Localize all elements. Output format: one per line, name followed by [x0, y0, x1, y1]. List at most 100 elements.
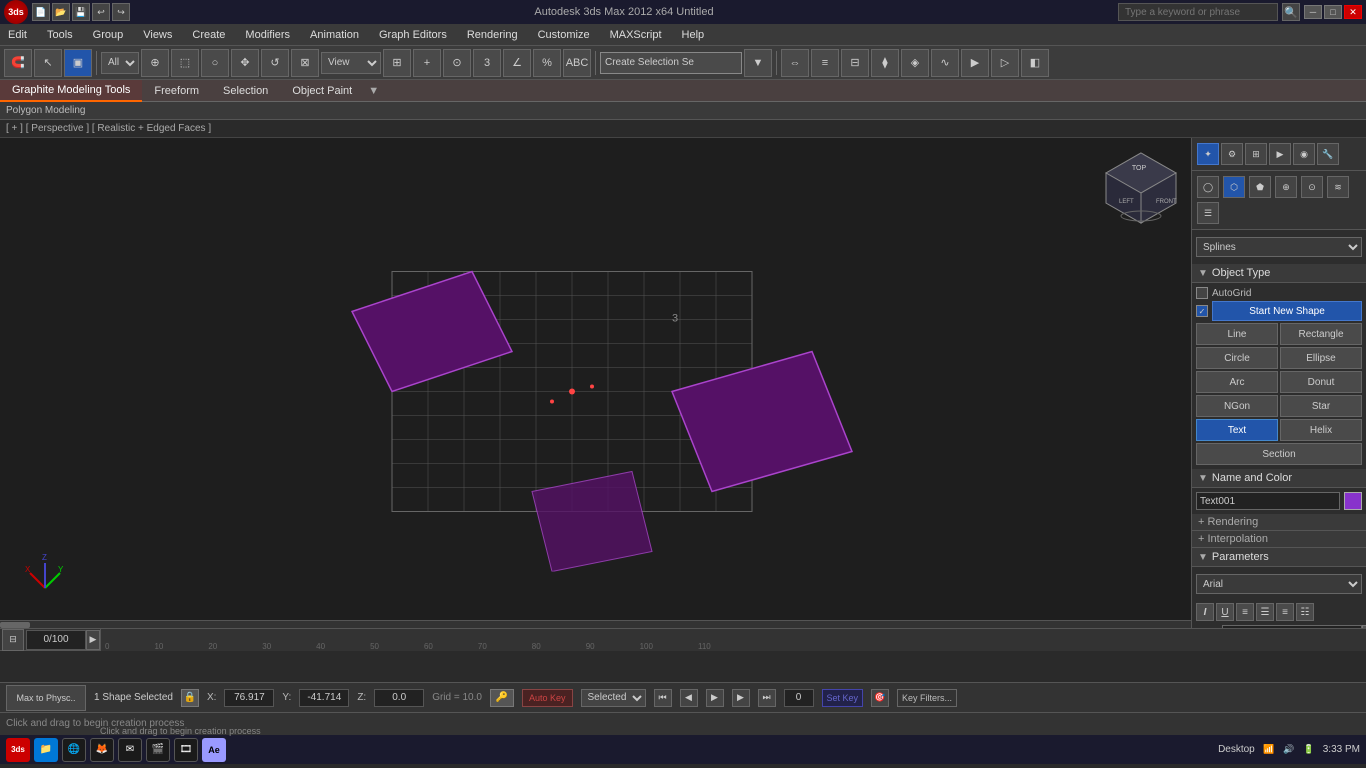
tb-layer[interactable]: ⊟ [841, 49, 869, 77]
object-type-collapse[interactable]: ▼ [1198, 268, 1208, 279]
create-selection-input[interactable] [600, 52, 742, 74]
btn-section[interactable]: Section [1196, 443, 1362, 465]
tb-active-shade[interactable]: ◧ [1021, 49, 1049, 77]
z-coord[interactable] [374, 689, 424, 707]
filter-dropdown[interactable]: All [101, 52, 139, 74]
sub-icon-6[interactable]: ≋ [1327, 176, 1349, 198]
menu-customize[interactable]: Customize [534, 27, 594, 43]
tb-snap2[interactable]: ⊙ [443, 49, 471, 77]
interpolation-header[interactable]: + Interpolation [1192, 531, 1366, 548]
btn-donut[interactable]: Donut [1280, 371, 1362, 393]
taskbar-app-explorer[interactable]: 📁 [34, 738, 58, 762]
desktop-label[interactable]: Desktop [1218, 744, 1255, 755]
panel-icon-utilities[interactable]: 🔧 [1317, 143, 1339, 165]
panel-icon-create[interactable]: ✦ [1197, 143, 1219, 165]
justify[interactable]: ☷ [1296, 603, 1314, 621]
tab-freeform[interactable]: Freeform [142, 80, 211, 102]
menu-views[interactable]: Views [139, 27, 176, 43]
menu-modifiers[interactable]: Modifiers [241, 27, 294, 43]
close-button[interactable]: ✕ [1344, 5, 1362, 19]
taskbar-app-premiere[interactable]: 🎞 [174, 738, 198, 762]
y-coord[interactable] [299, 689, 349, 707]
btn-ellipse[interactable]: Ellipse [1280, 347, 1362, 369]
sub-icon-3[interactable]: ⬟ [1249, 176, 1271, 198]
tb-scale[interactable]: ⊠ [291, 49, 319, 77]
search-icon[interactable]: 🔍 [1282, 3, 1300, 21]
object-name-input[interactable] [1196, 492, 1340, 510]
tb-angle[interactable]: ∠ [503, 49, 531, 77]
play-button[interactable]: ▶ [706, 689, 724, 707]
taskbar-app-firefox[interactable]: 🦊 [90, 738, 114, 762]
btn-circle[interactable]: Circle [1196, 347, 1278, 369]
next-key[interactable]: ▶ [732, 689, 750, 707]
panel-icon-hierarchy[interactable]: ⊞ [1245, 143, 1267, 165]
menu-group[interactable]: Group [89, 27, 128, 43]
minimize-button[interactable]: ─ [1304, 5, 1322, 19]
tb-select-object[interactable]: ⊕ [141, 49, 169, 77]
rendering-header[interactable]: + Rendering [1192, 514, 1366, 531]
tb-abc[interactable]: ABC [563, 49, 591, 77]
menu-graph-editors[interactable]: Graph Editors [375, 27, 451, 43]
key-icon[interactable]: 🔑 [490, 689, 514, 707]
create-sel-dropdown[interactable]: ▼ [744, 49, 772, 77]
align-center[interactable]: ☰ [1256, 603, 1274, 621]
search-input[interactable] [1118, 3, 1278, 21]
tb-render[interactable]: ▶ [961, 49, 989, 77]
font-underline[interactable]: U [1216, 603, 1234, 621]
sub-icon-7[interactable]: ☰ [1197, 202, 1219, 224]
btn-helix[interactable]: Helix [1280, 419, 1362, 441]
tb-move[interactable]: ✥ [231, 49, 259, 77]
color-swatch[interactable] [1344, 492, 1362, 510]
autogrid-checkbox[interactable] [1196, 287, 1208, 299]
tab-object-paint[interactable]: Object Paint [280, 80, 364, 102]
view-dropdown[interactable]: View [321, 52, 381, 74]
network-icon[interactable]: 📶 [1261, 742, 1277, 758]
btn-line[interactable]: Line [1196, 323, 1278, 345]
btn-ngon[interactable]: NGon [1196, 395, 1278, 417]
taskbar-app-mail[interactable]: ✉ [118, 738, 142, 762]
tb-snap[interactable]: + [413, 49, 441, 77]
taskbar-app-chrome[interactable]: 🌐 [62, 738, 86, 762]
x-coord[interactable] [224, 689, 274, 707]
menu-rendering[interactable]: Rendering [463, 27, 522, 43]
prev-key[interactable]: ◀ [680, 689, 698, 707]
tb-percent[interactable]: % [533, 49, 561, 77]
key-filters-button[interactable]: Key Filters... [897, 689, 957, 707]
sub-icon-4[interactable]: ⊕ [1275, 176, 1297, 198]
panel-icon-display[interactable]: ◉ [1293, 143, 1315, 165]
timeline-expand[interactable]: ▶ [86, 630, 100, 650]
taskbar-app-media[interactable]: 🎬 [146, 738, 170, 762]
menu-help[interactable]: Help [678, 27, 709, 43]
next-frame[interactable]: ⏭ [758, 689, 776, 707]
prev-frame[interactable]: ⏮ [654, 689, 672, 707]
volume-icon[interactable]: 🔊 [1281, 742, 1297, 758]
selected-dropdown[interactable]: Selected [581, 689, 646, 707]
font-dropdown[interactable]: Arial [1196, 574, 1362, 594]
tb-redo[interactable]: ↪ [112, 3, 130, 21]
start-new-shape-checkbox[interactable]: ✓ [1196, 305, 1208, 317]
graphite-dropdown[interactable]: ▼ [364, 85, 383, 97]
tb-curve[interactable]: ∿ [931, 49, 959, 77]
viewport-scrollbar-handle[interactable] [0, 622, 30, 628]
tb-select-region[interactable]: ⬚ [171, 49, 199, 77]
object-type-header[interactable]: ▼ Object Type [1192, 264, 1366, 283]
tb-icon-save[interactable]: 💾 [72, 3, 90, 21]
taskbar-app-3dsmax[interactable]: 3ds [6, 738, 30, 762]
tb-schematic[interactable]: ⧫ [871, 49, 899, 77]
sub-icon-2[interactable]: ⬡ [1223, 176, 1245, 198]
parameters-collapse[interactable]: ▼ [1198, 552, 1208, 563]
panel-icon-modify[interactable]: ⚙ [1221, 143, 1243, 165]
maximize-button[interactable]: □ [1324, 5, 1342, 19]
menu-edit[interactable]: Edit [4, 27, 31, 43]
start-new-shape-btn[interactable]: Start New Shape [1212, 301, 1362, 321]
tb-rotate[interactable]: ↺ [261, 49, 289, 77]
menu-tools[interactable]: Tools [43, 27, 77, 43]
menu-animation[interactable]: Animation [306, 27, 363, 43]
viewport[interactable]: 3 TOP LEFT FRONT [0, 138, 1191, 628]
lock-icon[interactable]: 🔒 [181, 689, 199, 707]
sub-icon-5[interactable]: ⊙ [1301, 176, 1323, 198]
set-key-button[interactable]: Set Key [822, 689, 864, 707]
btn-arc[interactable]: Arc [1196, 371, 1278, 393]
timeline-playback-icon[interactable]: ⊟ [2, 629, 24, 651]
name-color-header[interactable]: ▼ Name and Color [1192, 469, 1366, 488]
